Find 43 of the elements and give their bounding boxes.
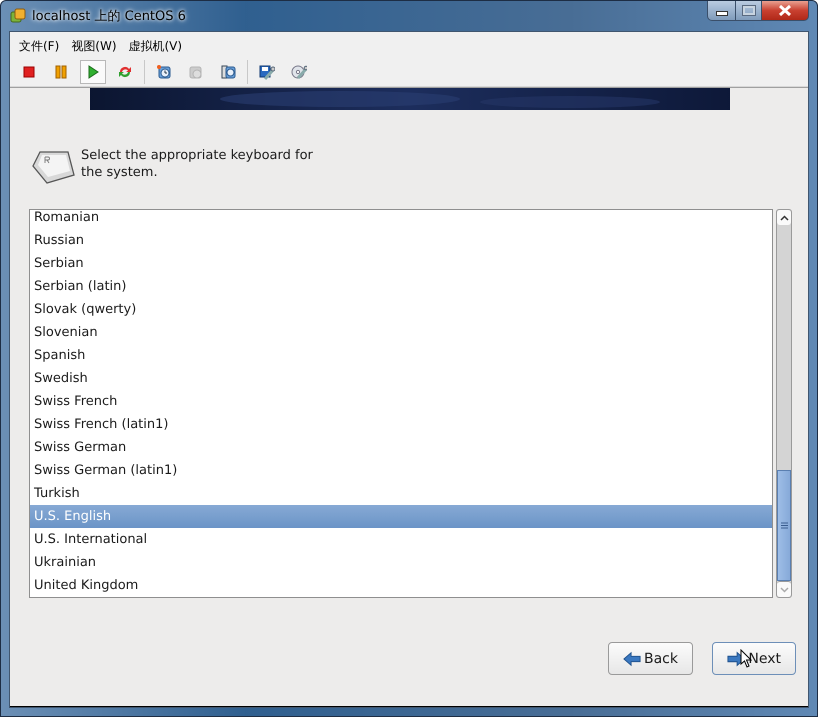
list-item[interactable]: Serbian xyxy=(30,252,772,275)
list-item[interactable]: Ukrainian xyxy=(30,551,772,574)
list-item[interactable]: Swiss French xyxy=(30,390,772,413)
close-icon xyxy=(778,5,792,16)
toolbar-button[interactable] xyxy=(80,60,106,84)
next-button[interactable]: Next xyxy=(712,642,796,675)
scroll-thumb[interactable] xyxy=(777,470,791,581)
pause-icon xyxy=(53,64,69,80)
scrollbar[interactable] xyxy=(776,209,792,598)
stop-icon xyxy=(21,64,37,80)
list-item[interactable]: Russian xyxy=(30,229,772,252)
caret-up-icon xyxy=(780,214,788,220)
disc-icon xyxy=(291,64,307,80)
grip-icon xyxy=(780,522,788,529)
list-item[interactable]: Swiss German xyxy=(30,436,772,459)
caret-down-icon xyxy=(780,586,788,592)
maximize-button[interactable] xyxy=(736,1,762,21)
arrow-icon xyxy=(623,650,641,668)
scroll-up-button[interactable] xyxy=(777,210,791,225)
list-item[interactable]: Slovenian xyxy=(30,321,772,344)
back-button[interactable]: Back xyxy=(608,642,693,675)
list-item[interactable]: United Kingdom xyxy=(30,574,772,597)
app-icon xyxy=(10,8,26,24)
refresh-icon xyxy=(117,64,133,80)
list-item[interactable]: Serbian (latin) xyxy=(30,275,772,298)
key-icon xyxy=(30,149,76,185)
menu-item[interactable]: 文件(F) xyxy=(19,38,60,54)
list-item[interactable]: Spanish xyxy=(30,344,772,367)
list-item[interactable]: Swiss French (latin1) xyxy=(30,413,772,436)
minimize-button[interactable] xyxy=(707,1,736,21)
menu-item[interactable]: 虚拟机(V) xyxy=(128,38,182,54)
list-item[interactable]: U.S. International xyxy=(30,528,772,551)
instruction-text: Select the appropriate keyboard for the system. xyxy=(81,147,314,181)
close-button[interactable] xyxy=(762,1,809,21)
window-title: localhost 上的 CentOS 6 xyxy=(32,8,186,25)
list-item[interactable]: Swiss German (latin1) xyxy=(30,459,772,482)
list-item[interactable]: Swedish xyxy=(30,367,772,390)
scroll-down-button[interactable] xyxy=(777,581,791,597)
wrench-icon xyxy=(259,64,275,80)
list-item[interactable]: Romanian xyxy=(30,210,772,229)
menu-item[interactable]: 视图(W) xyxy=(71,38,116,54)
list-item[interactable]: Turkish xyxy=(30,482,772,505)
list-item[interactable]: Slovak (qwerty) xyxy=(30,298,772,321)
